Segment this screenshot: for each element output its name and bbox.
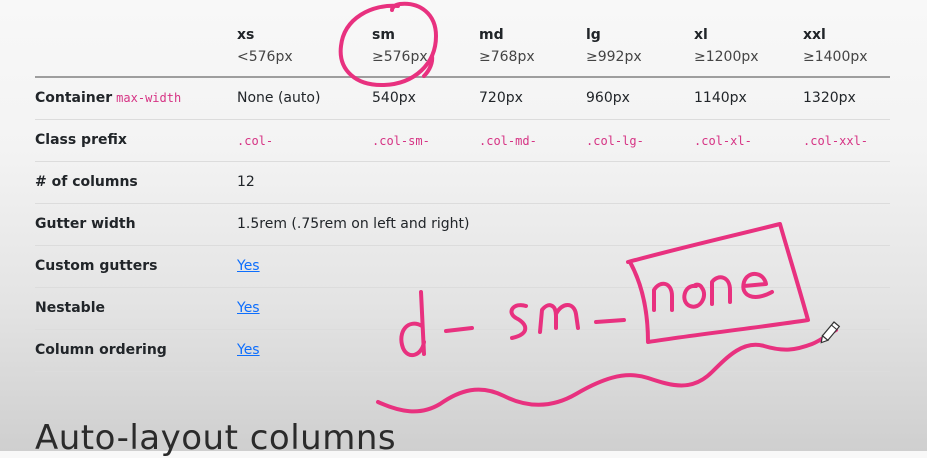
class-prefix-code: .col-md- <box>479 134 537 148</box>
row-label-code: max-width <box>116 91 182 105</box>
breakpoint-name: sm <box>372 27 395 43</box>
class-prefix-code: .col-xl- <box>694 134 752 148</box>
table-cell: 1.5rem (.75rem on left and right) <box>237 216 470 232</box>
breakpoint-size: ≥1400px <box>803 49 868 65</box>
breakpoint-name: xl <box>694 27 708 43</box>
table-row-column-ordering: Column ordering Yes <box>35 330 890 372</box>
header-md: md ≥768px <box>479 24 535 68</box>
table-row-container: Container max-width None (auto) 540px 720… <box>35 78 890 120</box>
table-cell: 1320px <box>803 90 856 106</box>
header-xl: xl ≥1200px <box>694 24 759 68</box>
breakpoint-size: ≥768px <box>479 49 535 65</box>
table-header-row: xs <576px sm ≥576px md ≥768px lg ≥992px … <box>35 0 890 78</box>
header-xxl: xxl ≥1400px <box>803 24 868 68</box>
column-ordering-link[interactable]: Yes <box>237 342 260 358</box>
breakpoint-name: lg <box>586 27 601 43</box>
nestable-link[interactable]: Yes <box>237 300 260 316</box>
row-label: Custom gutters <box>35 258 158 274</box>
class-prefix-code: .col-lg- <box>586 134 644 148</box>
row-label: Nestable <box>35 300 105 316</box>
breakpoint-name: xxl <box>803 27 826 43</box>
class-prefix-code: .col-xxl- <box>803 134 869 148</box>
breakpoint-name: xs <box>237 27 255 43</box>
table-cell: 720px <box>479 90 523 106</box>
breakpoint-size: <576px <box>237 49 293 65</box>
table-cell: None (auto) <box>237 90 321 106</box>
table-row-columns: # of columns 12 <box>35 162 890 204</box>
breakpoint-size: ≥992px <box>586 49 642 65</box>
grid-options-table: xs <576px sm ≥576px md ≥768px lg ≥992px … <box>35 0 890 372</box>
row-label: # of columns <box>35 174 138 190</box>
breakpoint-size: ≥576px <box>372 49 428 65</box>
row-label: Container max-width <box>35 90 181 106</box>
custom-gutters-link[interactable]: Yes <box>237 258 260 274</box>
row-label: Class prefix <box>35 132 127 148</box>
row-label: Gutter width <box>35 216 136 232</box>
table-cell: 960px <box>586 90 630 106</box>
breakpoint-name: md <box>479 27 504 43</box>
table-row-class-prefix: Class prefix .col- .col-sm- .col-md- .co… <box>35 120 890 162</box>
table-row-custom-gutters: Custom gutters Yes <box>35 246 890 288</box>
header-xs: xs <576px <box>237 24 293 68</box>
class-prefix-code: .col- <box>237 134 274 148</box>
header-sm: sm ≥576px <box>372 24 428 68</box>
row-label: Column ordering <box>35 342 167 358</box>
class-prefix-code: .col-sm- <box>372 134 430 148</box>
table-cell: 12 <box>237 174 255 190</box>
table-row-nestable: Nestable Yes <box>35 288 890 330</box>
section-heading: Auto-layout columns <box>35 418 397 458</box>
table-cell: 540px <box>372 90 416 106</box>
table-cell: 1140px <box>694 90 747 106</box>
breakpoint-size: ≥1200px <box>694 49 759 65</box>
table-row-gutter-width: Gutter width 1.5rem (.75rem on left and … <box>35 204 890 246</box>
header-lg: lg ≥992px <box>586 24 642 68</box>
row-label-text: Container <box>35 90 113 106</box>
